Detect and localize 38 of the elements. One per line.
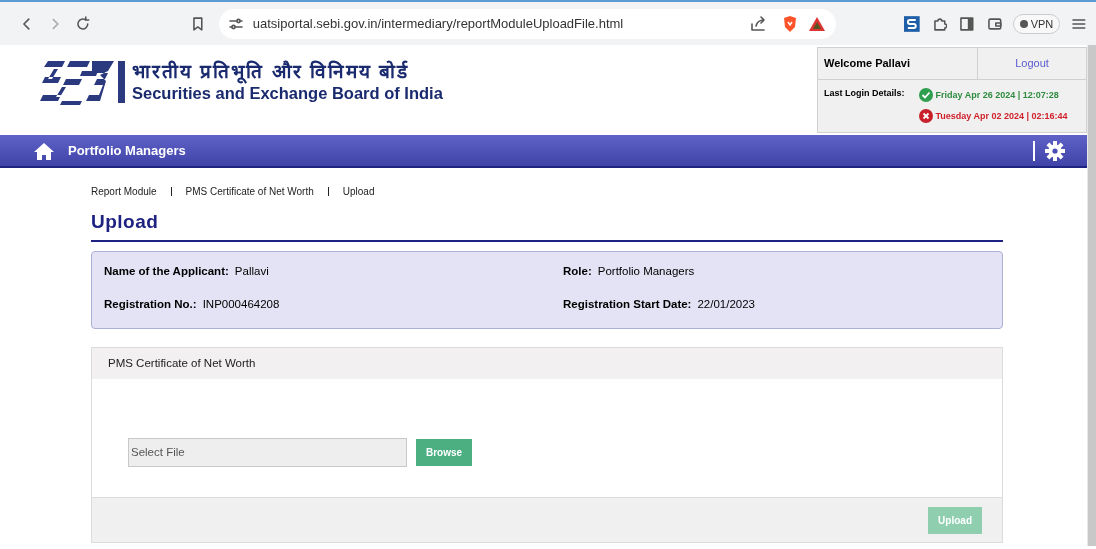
- section-title: Portfolio Managers: [68, 143, 186, 158]
- field-value: Pallavi: [234, 265, 269, 277]
- field-label: Role:: [563, 265, 592, 277]
- menu-icon[interactable]: [1072, 16, 1086, 31]
- cross-circle-icon: [918, 109, 933, 123]
- triangle-icon[interactable]: [808, 15, 826, 32]
- logo-english-text: Securities and Exchange Board of India: [132, 84, 443, 103]
- share-icon[interactable]: [750, 15, 766, 32]
- shield-icon[interactable]: [782, 14, 798, 33]
- field-value: INP000464208: [202, 297, 280, 310]
- page-title: Upload: [91, 211, 160, 233]
- field-label: Registration No.:: [104, 297, 197, 310]
- site-settings-icon[interactable]: [228, 16, 243, 31]
- field-label: Name of the Applicant:: [104, 265, 229, 277]
- vpn-button[interactable]: VPN: [1012, 13, 1061, 34]
- sidebar-icon[interactable]: [959, 15, 975, 32]
- welcome-text: Welcome Pallavi: [818, 48, 978, 79]
- field-value: 22/01/2023: [697, 297, 755, 310]
- settings-icon[interactable]: [1045, 140, 1065, 161]
- breadcrumb-link[interactable]: Report Module: [91, 186, 157, 197]
- check-circle-icon: [918, 88, 933, 102]
- breadcrumb-link[interactable]: PMS Certificate of Net Worth: [185, 186, 314, 197]
- file-field[interactable]: Select File: [128, 437, 407, 467]
- extension-s-icon[interactable]: [904, 15, 920, 32]
- reload-icon[interactable]: [75, 15, 92, 32]
- logout-link[interactable]: Logout: [978, 48, 1086, 79]
- field-value: Portfolio Managers: [597, 265, 695, 277]
- login-time: Friday Apr 26 2024 | 12:07:28: [935, 90, 1059, 100]
- wallet-icon[interactable]: [987, 15, 1003, 32]
- home-icon[interactable]: [34, 141, 54, 160]
- puzzle-icon[interactable]: [931, 15, 948, 32]
- login-time: Tuesday Apr 02 2024 | 02:16:44: [935, 111, 1068, 121]
- last-login-label: Last Login Details:: [824, 88, 905, 100]
- field-label: Registration Start Date:: [563, 297, 692, 310]
- panel-title: PMS Certificate of Net Worth: [92, 348, 1002, 379]
- breadcrumb-link[interactable]: Upload: [342, 186, 375, 197]
- bookmark-icon[interactable]: [191, 15, 205, 32]
- logo-hindi-text: भारतीय प्रतिभूति और विनिमय बोर्ड: [132, 61, 411, 83]
